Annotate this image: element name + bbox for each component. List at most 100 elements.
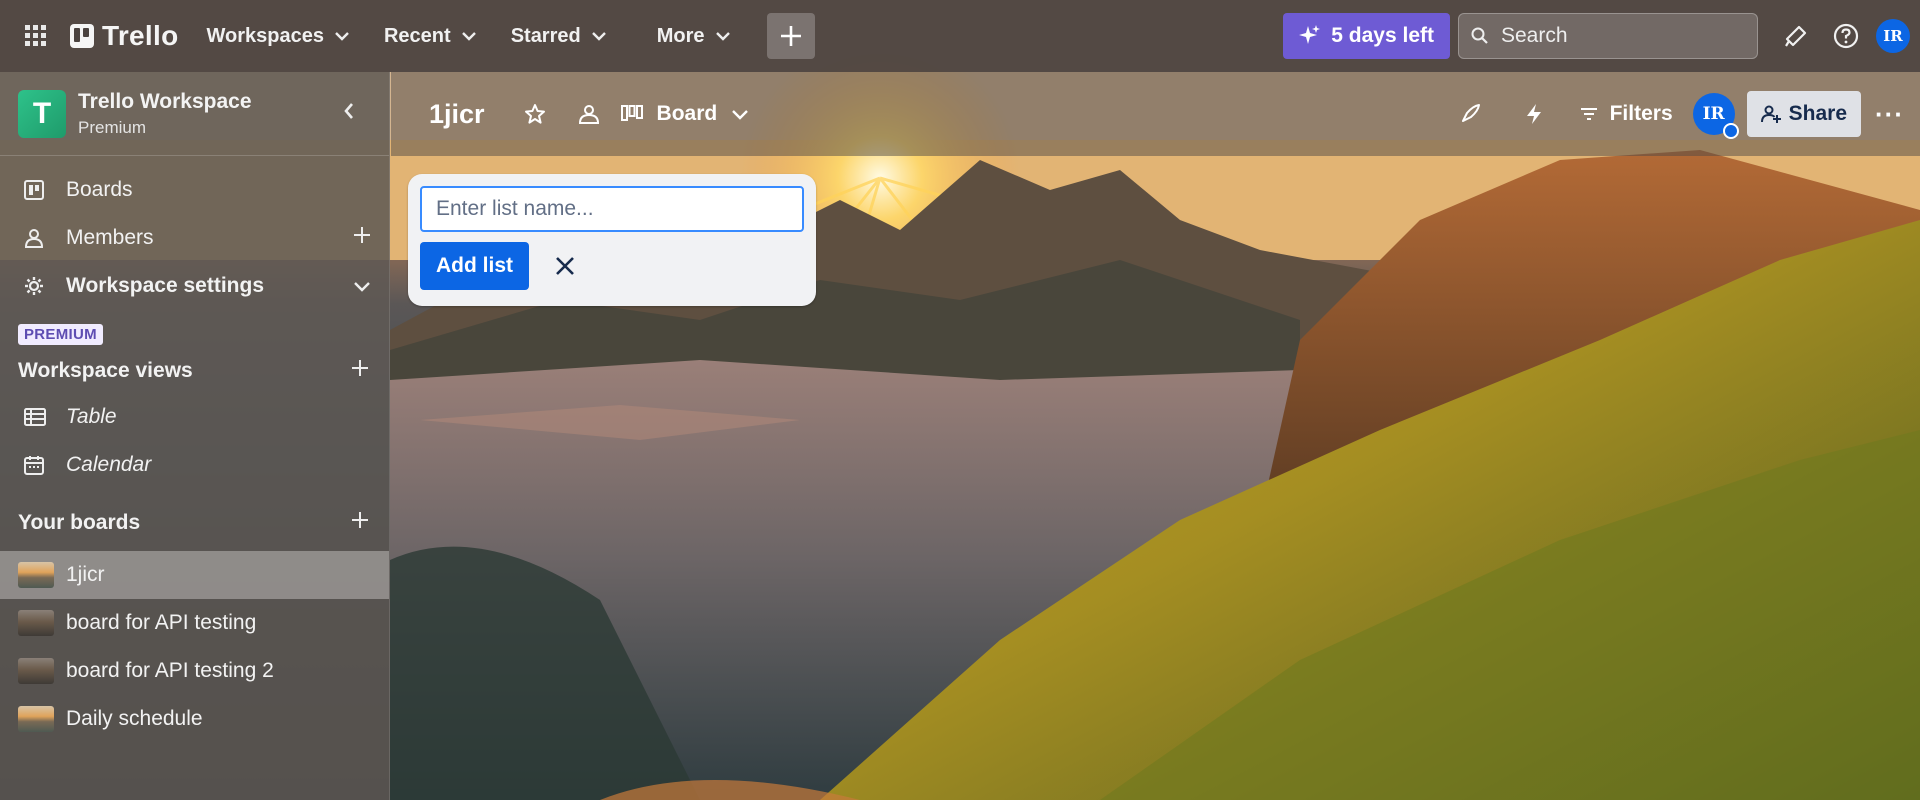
starred-menu[interactable]: Starred xyxy=(501,16,617,56)
help-icon xyxy=(1833,23,1859,49)
workspace-info: Trello Workspace Premium xyxy=(78,90,252,138)
filters-label: Filters xyxy=(1609,102,1673,125)
board-view-switcher[interactable]: Board xyxy=(620,102,750,126)
sparkle-icon xyxy=(1299,25,1321,44)
help-button[interactable] xyxy=(1826,16,1866,56)
table-icon xyxy=(24,408,48,426)
collapse-sidebar-button[interactable] xyxy=(343,102,355,125)
board-thumbnail xyxy=(18,562,54,588)
board-title[interactable]: 1jicr xyxy=(429,99,485,130)
user-avatar[interactable]: IR xyxy=(1876,19,1910,53)
visibility-button[interactable] xyxy=(569,94,609,134)
add-board-button[interactable] xyxy=(351,511,369,535)
power-ups-button[interactable] xyxy=(1450,94,1490,134)
add-list-button[interactable]: Add list xyxy=(420,242,529,290)
composer-actions: Add list xyxy=(420,242,804,290)
plus-icon xyxy=(352,360,368,376)
expand-settings-button[interactable] xyxy=(353,274,371,298)
admin-badge-icon xyxy=(1722,123,1739,139)
trial-label: 5 days left xyxy=(1331,24,1434,47)
workspaces-menu-label: Workspaces xyxy=(206,24,324,47)
sidebar-item-label: Members xyxy=(66,226,154,249)
sidebar: T Trello Workspace Premium Boards Member… xyxy=(0,72,390,800)
automation-button[interactable] xyxy=(1514,94,1554,134)
board-header: 1jicr Board Filters IR Share ··· xyxy=(391,72,1920,156)
sidebar-item-workspace-settings[interactable]: Workspace settings xyxy=(0,262,389,310)
sidebar-item-boards[interactable]: Boards xyxy=(0,166,389,214)
workspace-initial: T xyxy=(32,96,52,130)
trial-button[interactable]: 5 days left xyxy=(1283,13,1450,59)
top-navigation-bar: Trello Workspaces Recent Starred More 5 … xyxy=(0,0,1920,72)
share-label: Share xyxy=(1788,102,1848,125)
board-header-actions: Filters IR Share ··· xyxy=(1436,91,1920,139)
sidebar-board-item[interactable]: 1jicr xyxy=(0,551,389,599)
more-menu[interactable]: More xyxy=(647,16,741,56)
more-menu-label: More xyxy=(656,24,705,47)
app-switcher-button[interactable] xyxy=(12,12,60,60)
sidebar-item-label: Calendar xyxy=(66,453,152,476)
board-menu-button[interactable]: ··· xyxy=(1875,99,1904,130)
star-board-button[interactable] xyxy=(515,94,555,134)
starred-menu-label: Starred xyxy=(510,24,581,47)
member-initials: IR xyxy=(1702,104,1725,124)
sidebar-item-label: Boards xyxy=(66,178,133,201)
premium-badge: PREMIUM xyxy=(18,324,103,345)
sidebar-board-item[interactable]: board for API testing xyxy=(0,599,389,647)
plus-icon xyxy=(352,512,368,528)
rocket-icon xyxy=(1461,104,1480,122)
workspace-logo: T xyxy=(18,89,66,138)
sidebar-item-label: Workspace settings xyxy=(66,274,265,297)
add-list-composer: Add list xyxy=(408,174,816,306)
board-member-avatar[interactable]: IR xyxy=(1692,93,1739,139)
workspace-views-header: Workspace views xyxy=(0,349,389,393)
add-view-button[interactable] xyxy=(351,359,369,383)
sidebar-item-members[interactable]: Members xyxy=(0,214,389,262)
workspace-plan: Premium xyxy=(78,117,147,137)
trello-logo[interactable]: Trello xyxy=(70,20,179,52)
plus-icon xyxy=(780,26,801,46)
sidebar-item-calendar-view[interactable]: Calendar xyxy=(0,441,389,489)
lightning-icon xyxy=(1526,104,1541,124)
board-view-icon xyxy=(620,105,643,121)
plus-icon xyxy=(354,227,370,243)
add-member-button[interactable] xyxy=(353,226,371,250)
chevron-left-icon xyxy=(344,103,353,119)
sidebar-item-table-view[interactable]: Table xyxy=(0,393,389,441)
notifications-button[interactable] xyxy=(1776,16,1816,56)
create-button[interactable] xyxy=(766,13,815,59)
recent-menu[interactable]: Recent xyxy=(374,16,487,56)
filters-button[interactable]: Filters xyxy=(1580,102,1673,126)
your-boards-header: Your boards xyxy=(0,501,389,545)
search-input[interactable]: Search xyxy=(1458,13,1758,59)
board-name: 1jicr xyxy=(66,563,105,586)
share-button[interactable]: Share xyxy=(1746,91,1862,137)
app-name: Trello xyxy=(102,20,179,51)
list-name-input[interactable] xyxy=(420,186,804,232)
add-person-icon xyxy=(1760,105,1781,123)
chevron-down-icon xyxy=(732,109,749,120)
search-placeholder: Search xyxy=(1501,24,1568,47)
workspace-header: T Trello Workspace Premium xyxy=(0,72,389,156)
chevron-down-icon xyxy=(715,32,730,41)
chevron-down-icon xyxy=(591,32,606,41)
person-icon xyxy=(24,228,48,248)
search-icon xyxy=(1471,27,1488,44)
sidebar-board-item[interactable]: Daily schedule xyxy=(0,695,389,743)
star-icon xyxy=(524,104,545,124)
cancel-add-list-button[interactable] xyxy=(545,246,585,286)
board-thumbnail xyxy=(18,610,54,636)
recent-menu-label: Recent xyxy=(383,24,451,47)
board-name: Daily schedule xyxy=(66,707,203,730)
workspace-name: Trello Workspace xyxy=(78,89,252,113)
close-icon xyxy=(556,257,574,275)
chevron-down-icon xyxy=(354,282,370,292)
workspaces-menu[interactable]: Workspaces xyxy=(197,16,360,56)
sidebar-board-item[interactable]: board for API testing 2 xyxy=(0,647,389,695)
people-icon xyxy=(578,105,599,124)
board-name: board for API testing xyxy=(66,611,257,634)
chevron-down-icon xyxy=(461,32,476,41)
grid-icon xyxy=(25,25,46,46)
sidebar-item-label: Table xyxy=(66,405,117,428)
gear-icon xyxy=(24,276,48,296)
workspace-views-title: Workspace views xyxy=(18,359,193,382)
